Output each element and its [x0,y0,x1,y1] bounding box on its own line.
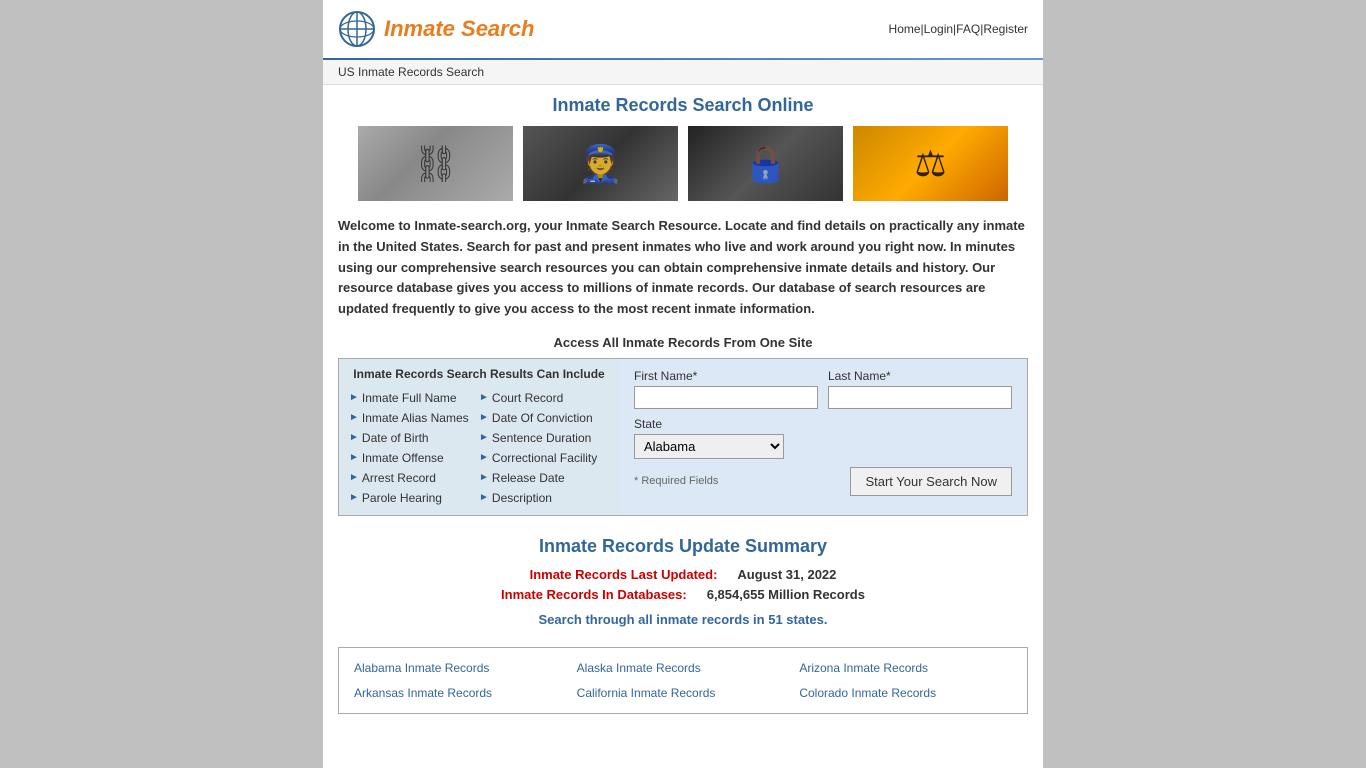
left-panel-title: Inmate Records Search Results Can Includ… [349,367,609,381]
state-link[interactable]: Alabama Inmate Records [349,658,572,678]
hero-image-handcuffs [358,126,513,201]
result-item: ►Correctional Facility [479,449,609,467]
arrow-icon: ► [479,472,489,483]
results-grid: ►Inmate Full Name►Court Record►Inmate Al… [349,389,609,507]
result-item: ►Inmate Offense [349,449,479,467]
state-label: State [634,417,1012,431]
records-label: Inmate Records In Databases: [501,587,687,602]
update-heading: Inmate Records Update Summary [338,536,1028,557]
nav-login[interactable]: Login [924,22,953,36]
arrow-icon: ► [479,492,489,503]
arrow-icon: ► [479,452,489,463]
arrow-icon: ► [349,392,359,403]
result-item: ►Date of Birth [349,429,479,447]
states-table: Alabama Inmate RecordsAlaska Inmate Reco… [338,647,1028,714]
page-heading: Inmate Records Search Online [338,95,1028,116]
arrow-icon: ► [479,432,489,443]
nav-faq[interactable]: FAQ [956,22,980,36]
state-select[interactable]: AlabamaAlaskaArizonaArkansasCaliforniaCo… [634,434,784,459]
first-name-input[interactable] [634,386,818,409]
welcome-text: Welcome to Inmate-search.org, your Inmat… [338,216,1028,320]
first-name-group: First Name* [634,369,818,409]
arrow-icon: ► [349,472,359,483]
last-name-label: Last Name* [828,369,1012,383]
last-updated-label: Inmate Records Last Updated: [530,567,718,582]
nav-register[interactable]: Register [983,22,1028,36]
result-item: ►Court Record [479,389,609,407]
result-item: ►Date Of Conviction [479,409,609,427]
site-title: Inmate Search [384,16,534,42]
last-updated-row: Inmate Records Last Updated: August 31, … [338,567,1028,582]
breadcrumb: US Inmate Records Search [323,60,1043,85]
arrow-icon: ► [349,432,359,443]
last-updated-value: August 31, 2022 [737,567,836,582]
state-link[interactable]: Arizona Inmate Records [794,658,1017,678]
form-bottom-row: * Required Fields Start Your Search Now [634,467,1012,496]
result-item: ►Inmate Full Name [349,389,479,407]
search-all-link[interactable]: Search through all inmate records in 51 … [539,612,828,627]
arrow-icon: ► [479,412,489,423]
last-name-input[interactable] [828,386,1012,409]
access-label: Access All Inmate Records From One Site [338,335,1028,350]
result-item: ►Arrest Record [349,469,479,487]
state-link[interactable]: Colorado Inmate Records [794,683,1017,703]
arrow-icon: ► [479,392,489,403]
result-item: ►Inmate Alias Names [349,409,479,427]
records-value: 6,854,655 Million Records [707,587,865,602]
logo-area: Inmate Search [338,10,534,48]
result-item: ►Sentence Duration [479,429,609,447]
state-link[interactable]: California Inmate Records [572,683,795,703]
state-link[interactable]: Arkansas Inmate Records [349,683,572,703]
hero-image-arrest [523,126,678,201]
records-row: Inmate Records In Databases: 6,854,655 M… [338,587,1028,602]
hero-image-justice [853,126,1008,201]
search-section: Inmate Records Search Results Can Includ… [338,358,1028,516]
state-link[interactable]: Alaska Inmate Records [572,658,795,678]
arrow-icon: ► [349,492,359,503]
first-name-label: First Name* [634,369,818,383]
arrow-icon: ► [349,452,359,463]
globe-icon [338,10,376,48]
result-item: ►Description [479,489,609,507]
images-row [338,126,1028,201]
hero-image-prison [688,126,843,201]
header: Inmate Search Home|Login|FAQ|Register [323,0,1043,58]
main-content: Inmate Records Search Online Welcome to … [323,85,1043,724]
arrow-icon: ► [349,412,359,423]
left-panel: Inmate Records Search Results Can Includ… [339,359,619,515]
states-grid: Alabama Inmate RecordsAlaska Inmate Reco… [349,658,1017,703]
result-item: ►Release Date [479,469,609,487]
update-summary: Inmate Records Update Summary Inmate Rec… [338,536,1028,627]
last-name-group: Last Name* [828,369,1012,409]
nav-links: Home|Login|FAQ|Register [889,22,1028,36]
nav-home[interactable]: Home [889,22,921,36]
form-name-row: First Name* Last Name* [634,369,1012,409]
required-note: * Required Fields [634,475,718,487]
state-group: State AlabamaAlaskaArizonaArkansasCalifo… [634,417,1012,459]
result-item: ►Parole Hearing [349,489,479,507]
search-button[interactable]: Start Your Search Now [850,467,1012,496]
right-panel: First Name* Last Name* State AlabamaAlas… [619,359,1027,515]
